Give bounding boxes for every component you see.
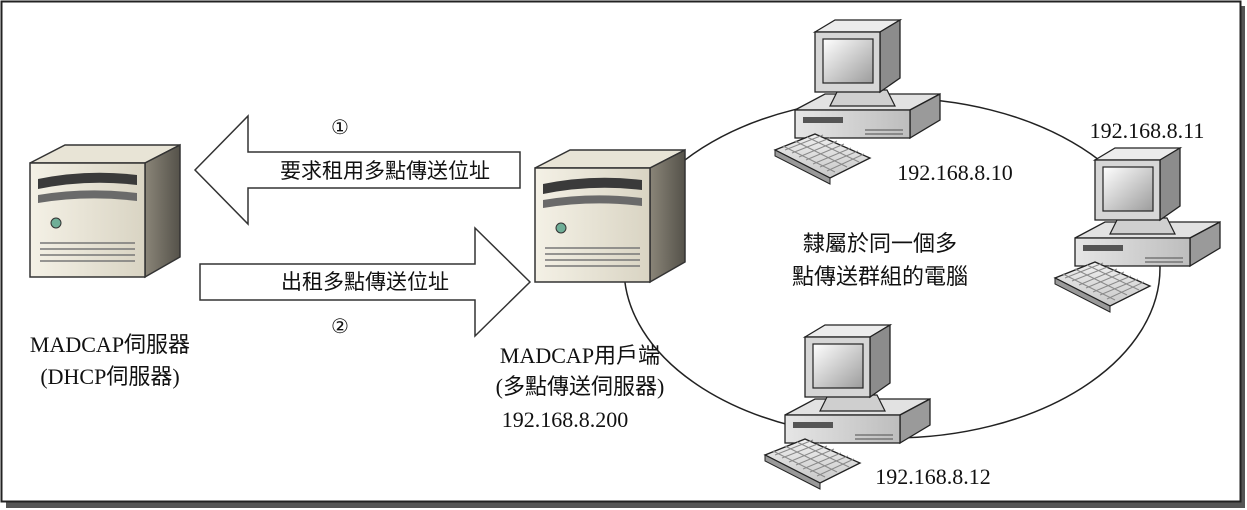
request-arrow-label: 要求租用多點傳送位址 [280, 159, 490, 183]
madcap-client-server-icon [534, 149, 686, 283]
client-name-line1: MADCAP用戶端 [500, 343, 660, 368]
lease-step-number: ② [331, 316, 349, 338]
madcap-server-icon [29, 144, 181, 278]
server-name-line1: MADCAP伺服器 [30, 332, 190, 357]
lease-arrow-label: 出租多點傳送位址 [281, 270, 449, 294]
client-ip: 192.168.8.200 [502, 407, 629, 432]
diagram-canvas: ① 要求租用多點傳送位址 出租多點傳送位址 ② MADCAP伺服器 (DHCP伺… [0, 0, 1245, 508]
request-step-number: ① [331, 117, 349, 139]
computer-ip-3: 192.168.8.12 [875, 464, 991, 489]
group-label-line1: 隸屬於同一個多 [803, 232, 957, 257]
group-label-line2: 點傳送群組的電腦 [792, 265, 968, 290]
computer-ip-1: 192.168.8.10 [897, 160, 1013, 185]
client-name-line2: (多點傳送伺服器) [496, 374, 665, 399]
server-name-line2: (DHCP伺服器) [40, 364, 179, 389]
computer-ip-2: 192.168.8.11 [1090, 118, 1205, 143]
